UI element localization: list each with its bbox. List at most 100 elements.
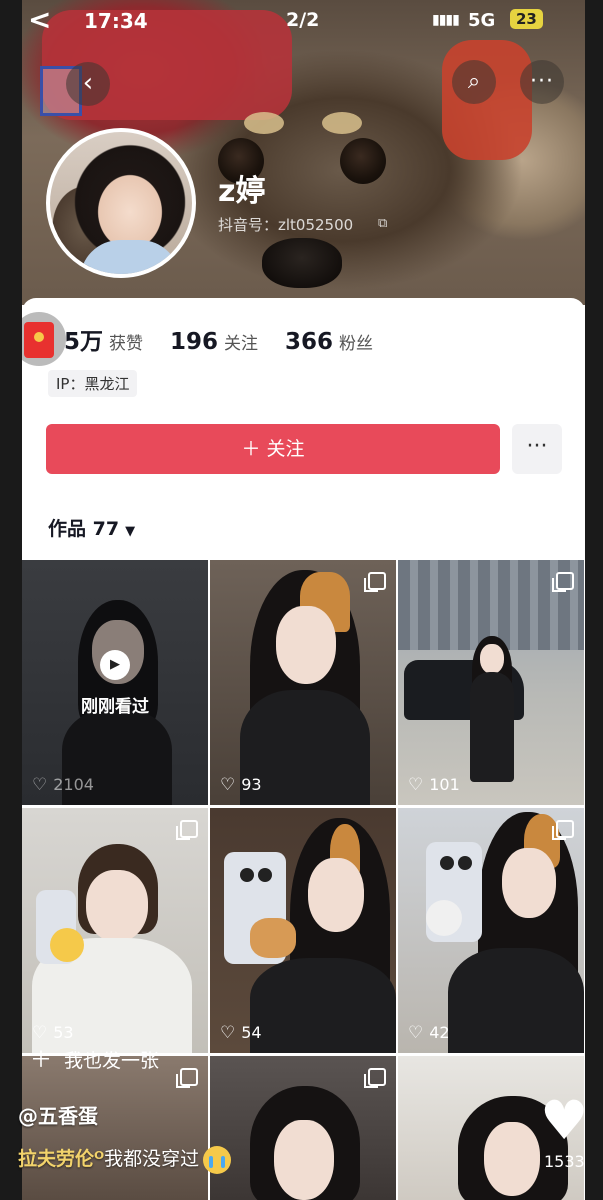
like-count: ♡ 101 bbox=[408, 775, 460, 795]
heart-icon: ♡ bbox=[32, 1023, 48, 1043]
video-like-count: 1533 bbox=[544, 1152, 585, 1171]
profile-name: z婷 bbox=[218, 174, 266, 209]
comment-line: 拉夫劳伦ᴼ我都没穿过 bbox=[18, 1144, 232, 1174]
like-count: ♡ 93 bbox=[220, 775, 262, 795]
battery-badge: 23 bbox=[510, 9, 543, 29]
tile-face bbox=[86, 870, 148, 942]
follow-button[interactable]: ＋ 关注 bbox=[46, 424, 500, 474]
camera-lens bbox=[240, 868, 254, 882]
tab-works-label: 作品 77 bbox=[48, 518, 120, 540]
tile-face bbox=[484, 1122, 540, 1196]
work-tile[interactable] bbox=[210, 1056, 396, 1200]
heart-icon: ♡ bbox=[408, 775, 424, 795]
like-count: ♡ 54 bbox=[220, 1023, 262, 1043]
stat-likes-label: 获赞 bbox=[109, 334, 144, 354]
tile-face bbox=[502, 848, 556, 918]
status-bar: < 17:34 2/2 ▮▮▮▮ 5G 23 bbox=[22, 0, 585, 40]
status-back-icon[interactable]: < bbox=[28, 6, 51, 34]
cover-toy bbox=[442, 40, 532, 160]
heart-icon[interactable]: ♥ bbox=[540, 1094, 588, 1148]
like-count-value: 93 bbox=[241, 775, 262, 794]
more-button[interactable]: ··· bbox=[520, 60, 564, 104]
multi-image-icon bbox=[176, 820, 198, 840]
dog-brow-right bbox=[322, 112, 362, 134]
more-icon: ··· bbox=[530, 69, 554, 94]
comment-text: 我都没穿过 bbox=[104, 1148, 200, 1170]
plus-icon: ＋ bbox=[30, 1048, 53, 1073]
multi-image-icon bbox=[364, 572, 386, 592]
heart-icon: ♡ bbox=[220, 775, 236, 795]
tile-body bbox=[250, 958, 396, 1053]
tile-face bbox=[480, 644, 504, 674]
work-tile[interactable]: ♡ 101 bbox=[398, 560, 584, 805]
recently-viewed-label: 刚刚看过 bbox=[81, 697, 149, 717]
profile-more-button[interactable]: ··· bbox=[512, 424, 562, 474]
play-icon[interactable]: ▶ bbox=[100, 650, 130, 680]
stat-followers-label: 粉丝 bbox=[339, 334, 374, 354]
profile-card: 5万 获赞 196 关注 366 粉丝 IP：黑龙江 ＋ 关注 ··· 作品 77 ▼ bbox=[22, 298, 585, 560]
dog-eye-right bbox=[340, 138, 386, 184]
work-tile[interactable]: ♡ 54 bbox=[210, 808, 396, 1053]
like-count: ♡ 2104 bbox=[32, 775, 94, 795]
back-button[interactable]: ‹ bbox=[66, 62, 110, 106]
douyin-id: 抖音号：zlt052500 bbox=[218, 216, 354, 234]
like-count: ♡ 42 bbox=[408, 1023, 450, 1043]
stat-likes-value: 5万 bbox=[64, 329, 104, 355]
tile-face bbox=[308, 858, 364, 932]
work-tile[interactable]: ♡ 53 bbox=[22, 808, 208, 1053]
avatar-shirt bbox=[80, 240, 180, 274]
camera-lens bbox=[440, 856, 454, 870]
avatar[interactable] bbox=[46, 128, 196, 278]
hand-shape bbox=[426, 900, 462, 936]
stat-following-label: 关注 bbox=[224, 334, 259, 354]
network-type: 5G bbox=[468, 10, 496, 31]
work-tile[interactable]: ▶ 刚刚看过 ♡ 2104 bbox=[22, 560, 208, 805]
red-packet-float[interactable] bbox=[22, 312, 66, 366]
stat-followers[interactable]: 366 粉丝 bbox=[285, 329, 373, 355]
stat-following[interactable]: 196 关注 bbox=[170, 329, 258, 355]
kiss-emoji bbox=[50, 928, 84, 962]
stat-following-value: 196 bbox=[170, 329, 219, 355]
tile-body bbox=[470, 672, 514, 782]
camera-lens bbox=[458, 856, 472, 870]
tile-face bbox=[274, 1120, 334, 1200]
crying-emoji-icon bbox=[203, 1145, 232, 1174]
page-indicator: 2/2 bbox=[286, 9, 320, 31]
comment-user[interactable]: 拉夫劳伦ᴼ bbox=[18, 1148, 104, 1170]
post-same-label: 我也发一张 bbox=[64, 1050, 160, 1072]
heart-icon: ♡ bbox=[32, 775, 48, 795]
sticker-cartoon-face bbox=[250, 918, 296, 958]
search-button[interactable]: ⌕ bbox=[452, 60, 496, 104]
heart-icon: ♡ bbox=[220, 1023, 236, 1043]
like-count: ♡ 53 bbox=[32, 1023, 74, 1043]
profile-screen: < 17:34 2/2 ▮▮▮▮ 5G 23 ‹ ⌕ ··· z婷 抖音号：zl… bbox=[22, 0, 585, 1200]
status-time: 17:34 bbox=[84, 9, 148, 33]
dog-brow-left bbox=[244, 112, 284, 134]
tab-works[interactable]: 作品 77 ▼ bbox=[48, 514, 135, 541]
post-same-button[interactable]: ＋ 我也发一张 bbox=[30, 1042, 159, 1074]
ip-location: IP：黑龙江 bbox=[48, 370, 138, 397]
like-count-value: 101 bbox=[429, 775, 460, 794]
multi-image-icon bbox=[176, 1068, 198, 1088]
author-username[interactable]: @五香蛋 bbox=[18, 1100, 98, 1129]
multi-image-icon bbox=[552, 572, 574, 592]
back-icon: ‹ bbox=[82, 68, 94, 98]
stats-row: 5万 获赞 196 关注 366 粉丝 bbox=[64, 322, 393, 356]
work-tile[interactable]: ♡ 93 bbox=[210, 560, 396, 805]
copy-icon[interactable]: ⧉ bbox=[378, 216, 387, 231]
search-icon: ⌕ bbox=[467, 69, 481, 94]
tile-face bbox=[276, 606, 336, 684]
tile-body bbox=[448, 948, 584, 1053]
multi-image-icon bbox=[364, 1068, 386, 1088]
like-count-value: 54 bbox=[241, 1023, 262, 1042]
work-tile[interactable]: ♡ 42 bbox=[398, 808, 584, 1053]
multi-image-icon bbox=[552, 820, 574, 840]
coin-icon bbox=[34, 332, 44, 342]
like-count-value: 53 bbox=[53, 1023, 74, 1042]
works-grid: ▶ 刚刚看过 ♡ 2104 ♡ 93 ♡ 101 ♡ 53 ♡ 54 ♡ 42 bbox=[22, 560, 585, 1200]
like-count-value: 42 bbox=[429, 1023, 450, 1042]
signal-icon: ▮▮▮▮ bbox=[432, 12, 460, 28]
heart-icon: ♡ bbox=[408, 1023, 424, 1043]
camera-lens bbox=[258, 868, 272, 882]
stat-followers-value: 366 bbox=[285, 329, 334, 355]
